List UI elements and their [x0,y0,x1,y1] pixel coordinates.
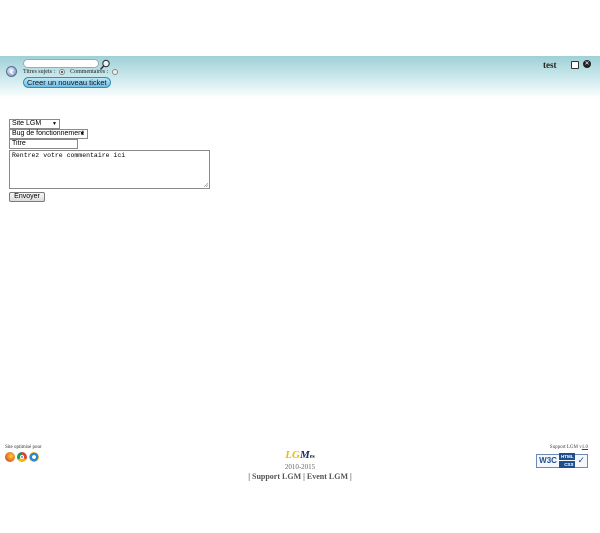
footer-links: | Support LGM | Event LGM | [248,472,352,481]
chevron-down-icon: ▼ [52,121,57,127]
close-icon[interactable]: ✕ [583,60,591,68]
w3c-logo: W3C [539,456,557,465]
html-label: HTML [558,453,576,460]
checkmark-icon: ✓ [577,455,585,465]
search-input[interactable] [23,59,99,68]
copyright-years: 2010-2015 [284,463,316,471]
footer: LGMes 2010-2015 | Support LGM | Event LG… [0,445,600,482]
event-lgm-link[interactable]: Event LGM [307,472,348,481]
resize-grip-icon[interactable] [203,182,208,187]
version-text: Support LGM v1.0 [549,445,588,450]
filter-comments-radio[interactable] [112,69,119,75]
search-filters: Titres sujets : Commentaires : [23,69,121,75]
header-bar: Titres sujets : Commentaires : Creer un … [0,56,600,98]
back-arrow-icon[interactable] [6,66,17,77]
username: test [543,60,557,70]
window-icon[interactable] [571,61,579,69]
type-select[interactable]: Bug de fonctionnement ▼ [9,129,88,139]
site-select[interactable]: Site LGM ▼ [9,119,60,129]
lgm-logo: LGMes [285,449,315,461]
site-select-value: Site LGM [12,120,42,127]
support-lgm-link[interactable]: Support LGM [252,472,301,481]
version-area: Support LGM v1.0 W3C HTML CSS ✓ [536,445,588,468]
chevron-down-icon: ▼ [80,131,85,137]
filter-titles-label: Titres sujets : [23,69,56,75]
w3c-valid-badge[interactable]: W3C HTML CSS ✓ [536,453,588,468]
filter-comments-label: Commentaires : [70,69,109,75]
type-select-value: Bug de fonctionnement [12,130,84,137]
css-label: CSS [558,461,576,468]
filter-titles-radio[interactable] [59,69,66,75]
version-link[interactable]: 1.0 [582,445,588,450]
comment-textarea[interactable]: Rentrez votre commentaire ici [9,150,210,189]
title-input[interactable]: Titre [9,139,78,149]
send-button[interactable]: Envoyer [9,192,45,202]
new-ticket-button[interactable]: Creer un nouveau ticket [23,77,111,88]
comment-text: Rentrez votre commentaire ici [12,152,126,159]
